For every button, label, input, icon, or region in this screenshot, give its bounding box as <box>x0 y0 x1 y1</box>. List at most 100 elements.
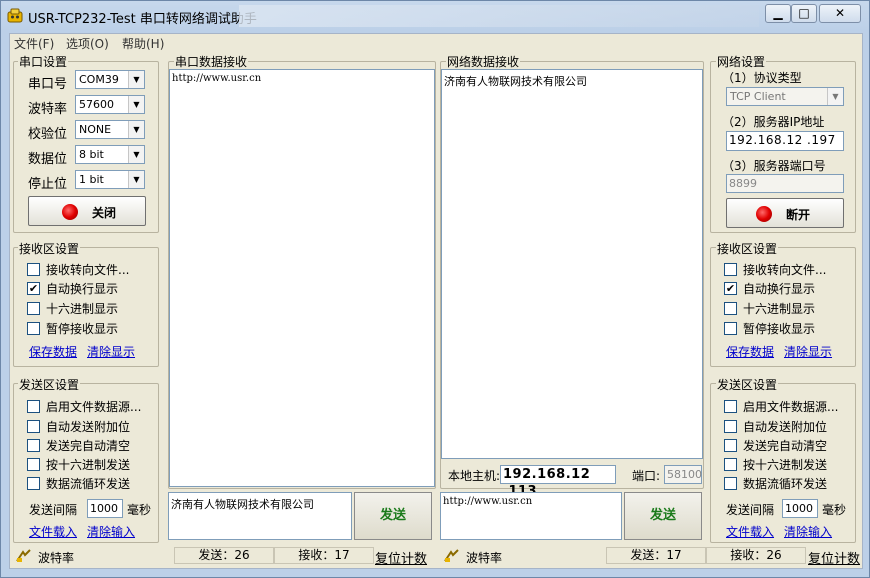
serial-send-input[interactable]: 济南有人物联网技术有限公司 <box>168 492 352 540</box>
left-baud-status: 波特率 <box>38 551 75 565</box>
server-ip-label: （2）服务器IP地址 <box>722 115 825 129</box>
serial-send-button[interactable]: 发送 <box>354 492 432 540</box>
right-recv-pause-label: 暂停接收显示 <box>743 322 816 336</box>
right-send-loop-label: 数据流循环发送 <box>743 477 828 491</box>
left-send-title: 发送区设置 <box>18 376 81 393</box>
right-recv-file-checkbox[interactable] <box>724 263 737 276</box>
right-file-load-link[interactable]: 文件载入 <box>726 523 774 540</box>
local-host-label: 本地主机: <box>448 469 501 483</box>
databits-label: 数据位 <box>28 152 68 167</box>
right-send-file-checkbox[interactable] <box>724 400 737 413</box>
right-receive-title: 接收区设置 <box>716 240 779 257</box>
chevron-down-icon: ▼ <box>128 171 144 188</box>
left-receive-title: 接收区设置 <box>18 240 81 257</box>
left-send-autoclear-checkbox[interactable] <box>27 439 40 452</box>
right-recv-wrap-checkbox[interactable]: ✔ <box>724 282 737 295</box>
left-send-file-checkbox[interactable] <box>27 400 40 413</box>
left-save-data-link[interactable]: 保存数据 <box>29 343 77 360</box>
network-receive-title: 网络数据接收 <box>446 53 521 70</box>
left-recv-hex-checkbox[interactable] <box>27 302 40 315</box>
stopbits-select[interactable]: 1 bit ▼ <box>75 170 145 189</box>
network-toggle-label: 断开 <box>786 208 811 222</box>
minimize-button[interactable]: ▁ <box>765 4 791 23</box>
left-interval-unit: 毫秒 <box>127 503 152 517</box>
left-send-loop-checkbox[interactable] <box>27 477 40 490</box>
serial-receive-title: 串口数据接收 <box>174 53 249 70</box>
menu-help[interactable]: 帮助(H) <box>122 35 164 52</box>
right-recv-file-label: 接收转向文件... <box>743 263 827 277</box>
left-recv-hex-label: 十六进制显示 <box>46 302 119 316</box>
network-toggle-button[interactable]: 断开 <box>726 198 844 228</box>
right-reset-count-link[interactable]: 复位计数 <box>808 548 860 567</box>
server-port-label: （3）服务器端口号 <box>722 159 826 173</box>
network-receive-area[interactable]: 济南有人物联网技术有限公司 <box>441 69 703 459</box>
local-host-field[interactable]: 192.168.12 .113 <box>500 465 616 499</box>
left-send-hex-label: 按十六进制发送 <box>46 458 131 472</box>
right-recv-pause-checkbox[interactable] <box>724 322 737 335</box>
title-bar-background <box>239 5 759 27</box>
left-recv-file-checkbox[interactable] <box>27 263 40 276</box>
app-window: USR-TCP232-Test 串口转网络调试助手 ▁ □ ✕ 文件(F) 选项… <box>0 0 870 578</box>
right-save-data-link[interactable]: 保存数据 <box>726 343 774 360</box>
left-interval-label: 发送间隔 <box>29 503 78 517</box>
serial-toggle-button[interactable]: 关闭 <box>28 196 146 226</box>
port-value: COM39 <box>79 73 119 86</box>
right-recv-hex-checkbox[interactable] <box>724 302 737 315</box>
close-button[interactable]: ✕ <box>819 4 861 23</box>
left-recv-pause-checkbox[interactable] <box>27 322 40 335</box>
protocol-select[interactable]: TCP Client ▼ <box>726 87 844 106</box>
status-led-icon <box>58 200 82 224</box>
server-port-field[interactable]: 8899 <box>726 174 844 193</box>
left-recv-wrap-label: 自动换行显示 <box>46 282 119 296</box>
right-interval-unit: 毫秒 <box>822 503 847 517</box>
right-recv-hex-label: 十六进制显示 <box>743 302 816 316</box>
parity-value: NONE <box>79 123 112 136</box>
left-send-loop-label: 数据流循环发送 <box>46 477 131 491</box>
right-clear-input-link[interactable]: 清除输入 <box>784 523 832 540</box>
baud-rate-icon <box>444 549 459 562</box>
right-interval-input[interactable]: 1000 <box>782 499 818 518</box>
status-led-icon <box>752 202 776 226</box>
left-send-autoclear-label: 发送完自动清空 <box>46 439 131 453</box>
databits-select[interactable]: 8 bit ▼ <box>75 145 145 164</box>
right-send-file-label: 启用文件数据源... <box>743 400 839 414</box>
client-area: 文件(F) 选项(O) 帮助(H) 串口设置 串口号 COM39 ▼ 波特率 57… <box>9 33 863 569</box>
baud-select[interactable]: 57600 ▼ <box>75 95 145 114</box>
server-ip-field[interactable]: 192.168.12 .197 <box>726 131 844 151</box>
left-interval-input[interactable]: 1000 <box>87 499 123 518</box>
right-send-hex-label: 按十六进制发送 <box>743 458 828 472</box>
left-sent-count: 发送：26 <box>174 547 274 564</box>
title-bar: USR-TCP232-Test 串口转网络调试助手 ▁ □ ✕ <box>1 1 869 31</box>
baud-value: 57600 <box>79 98 114 111</box>
right-baud-status: 波特率 <box>466 551 503 565</box>
maximize-button[interactable]: □ <box>791 4 817 23</box>
serial-receive-area[interactable]: http://www.usr.cn <box>169 69 435 487</box>
parity-select[interactable]: NONE ▼ <box>75 120 145 139</box>
port-select[interactable]: COM39 ▼ <box>75 70 145 89</box>
left-send-hex-checkbox[interactable] <box>27 458 40 471</box>
left-file-load-link[interactable]: 文件载入 <box>29 523 77 540</box>
menu-bar: 文件(F) 选项(O) 帮助(H) <box>10 34 862 52</box>
left-clear-display-link[interactable]: 清除显示 <box>87 343 135 360</box>
left-clear-input-link[interactable]: 清除输入 <box>87 523 135 540</box>
right-send-hex-checkbox[interactable] <box>724 458 737 471</box>
local-port-field[interactable]: 58100 <box>664 465 702 484</box>
menu-file[interactable]: 文件(F) <box>14 35 54 52</box>
menu-options[interactable]: 选项(O) <box>66 35 109 52</box>
left-send-file-label: 启用文件数据源... <box>46 400 142 414</box>
right-send-append-checkbox[interactable] <box>724 420 737 433</box>
left-send-append-checkbox[interactable] <box>27 420 40 433</box>
left-reset-count-link[interactable]: 复位计数 <box>375 548 427 567</box>
databits-value: 8 bit <box>79 148 104 161</box>
local-port-label: 端口: <box>632 469 661 483</box>
chevron-down-icon: ▼ <box>128 96 144 113</box>
left-recv-pause-label: 暂停接收显示 <box>46 322 119 336</box>
network-send-button[interactable]: 发送 <box>624 492 702 540</box>
right-send-loop-checkbox[interactable] <box>724 477 737 490</box>
right-send-autoclear-checkbox[interactable] <box>724 439 737 452</box>
network-send-input[interactable]: http://www.usr.cn <box>440 492 622 540</box>
left-recv-wrap-checkbox[interactable]: ✔ <box>27 282 40 295</box>
right-clear-display-link[interactable]: 清除显示 <box>784 343 832 360</box>
stopbits-label: 停止位 <box>28 177 68 192</box>
stopbits-value: 1 bit <box>79 173 104 186</box>
